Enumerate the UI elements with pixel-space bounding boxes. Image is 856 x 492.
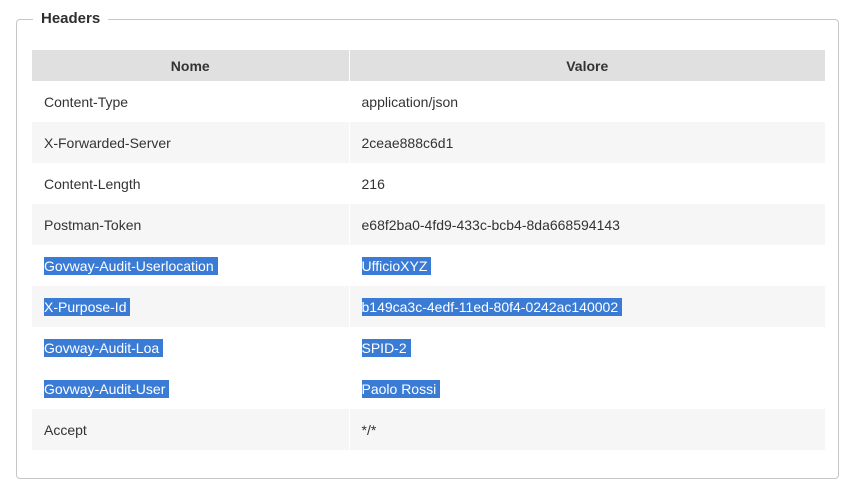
header-value-cell: e68f2ba0-4fd9-433c-bcb4-8da668594143: [349, 204, 825, 245]
table-row: X-Purpose-Id b149ca3c-4edf-11ed-80f4-024…: [32, 286, 825, 327]
header-name-cell: X-Forwarded-Server: [32, 122, 350, 163]
header-value-cell: */*: [349, 409, 825, 450]
table-row: Content-Type application/json: [32, 81, 825, 122]
header-name: Content-Type: [44, 93, 129, 110]
header-value-cell: application/json: [349, 81, 825, 122]
column-header-name[interactable]: Nome: [32, 50, 350, 81]
header-name-cell: Content-Type: [32, 81, 350, 122]
header-value: 216: [361, 175, 385, 192]
column-header-value[interactable]: Valore: [349, 50, 825, 81]
table-row: Govway-Audit-Userlocation UfficioXYZ: [32, 245, 825, 286]
header-value: */*: [361, 421, 377, 438]
header-name: X-Forwarded-Server: [44, 134, 171, 151]
header-value: application/json: [361, 93, 459, 110]
header-name-cell: X-Purpose-Id: [32, 286, 350, 327]
header-name-selected: Govway-Audit-User: [44, 379, 170, 398]
header-value: e68f2ba0-4fd9-433c-bcb4-8da668594143: [361, 216, 620, 233]
table-row: Postman-Token e68f2ba0-4fd9-433c-bcb4-8d…: [32, 204, 825, 245]
header-value-selected: SPID-2: [361, 338, 411, 357]
header-value-selected: UfficioXYZ: [361, 256, 432, 275]
header-name-cell: Postman-Token: [32, 204, 350, 245]
table-row: X-Forwarded-Server 2ceae888c6d1: [32, 122, 825, 163]
header-value-cell: 216: [349, 163, 825, 204]
header-name-selected: Govway-Audit-Loa: [44, 338, 164, 357]
header-name-cell: Content-Length: [32, 163, 350, 204]
header-name-cell: Govway-Audit-User: [32, 368, 350, 409]
header-value-cell: UfficioXYZ: [349, 245, 825, 286]
table-row: Govway-Audit-Loa SPID-2: [32, 327, 825, 368]
header-name-cell: Govway-Audit-Loa: [32, 327, 350, 368]
header-value-cell: Paolo Rossi: [349, 368, 825, 409]
panel-title: Headers: [33, 8, 109, 30]
header-value-selected: b149ca3c-4edf-11ed-80f4-0242ac140002: [361, 297, 623, 316]
header-value: 2ceae888c6d1: [361, 134, 454, 151]
header-value-cell: 2ceae888c6d1: [349, 122, 825, 163]
header-name-selected: Govway-Audit-Userlocation: [44, 256, 218, 275]
header-value-cell: SPID-2: [349, 327, 825, 368]
table-row: Content-Length 216: [32, 163, 825, 204]
header-name-cell: Govway-Audit-Userlocation: [32, 245, 350, 286]
header-value-cell: b149ca3c-4edf-11ed-80f4-0242ac140002: [349, 286, 825, 327]
table-header-row: Nome Valore: [32, 50, 825, 81]
header-name: Content-Length: [44, 175, 141, 192]
header-name: Accept: [44, 421, 87, 438]
headers-table: Nome Valore Content-Type application/jso…: [32, 50, 825, 450]
header-name: Postman-Token: [44, 216, 142, 233]
header-name-selected: X-Purpose-Id: [44, 297, 131, 316]
table-row: Govway-Audit-User Paolo Rossi: [32, 368, 825, 409]
header-value-selected: Paolo Rossi: [361, 379, 441, 398]
header-name-cell: Accept: [32, 409, 350, 450]
table-row: Accept */*: [32, 409, 825, 450]
